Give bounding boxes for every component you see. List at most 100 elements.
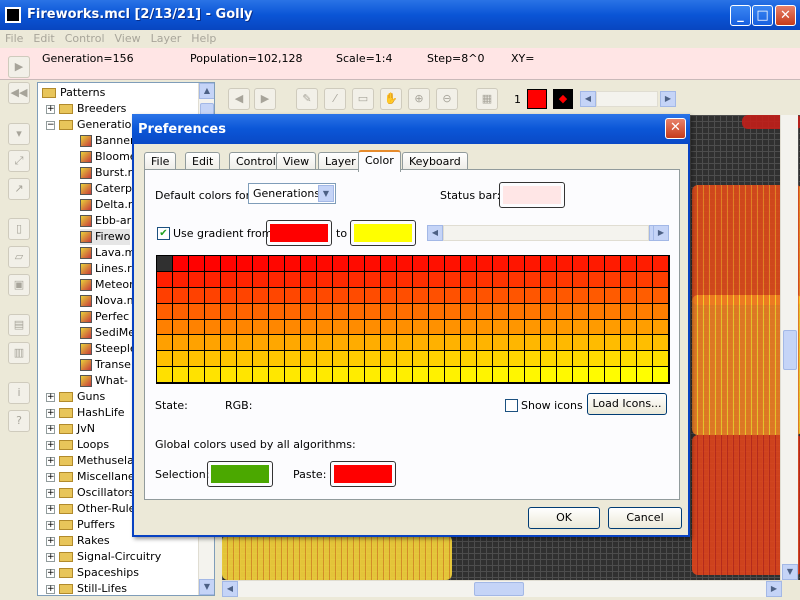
ok-button[interactable]: OK — [528, 507, 600, 529]
state-color-cell[interactable] — [573, 271, 589, 288]
state-color-cell[interactable] — [413, 271, 429, 288]
scroll-up-arrow[interactable]: ▲ — [199, 83, 214, 99]
state-color-cell[interactable] — [285, 271, 301, 288]
expand-icon[interactable]: + — [46, 408, 55, 418]
state-scroll-left[interactable]: ◀ — [580, 91, 596, 107]
tree-folder-item[interactable]: + Miscellane — [46, 469, 135, 485]
state-color-cell[interactable] — [301, 367, 317, 383]
draw-icon[interactable]: ✎ — [296, 88, 318, 110]
minimize-button[interactable]: _ — [730, 5, 751, 26]
state-color-cell[interactable] — [605, 367, 621, 383]
help-icon[interactable]: ? — [8, 410, 30, 432]
state-color-cell[interactable] — [493, 256, 509, 272]
state-color-cell[interactable] — [365, 319, 381, 336]
pick-icon[interactable]: ⁄ — [324, 88, 346, 110]
gradient-scrollbar[interactable] — [443, 225, 649, 241]
all-states-icon[interactable]: ▦ — [476, 88, 498, 110]
state-color-cell[interactable] — [173, 319, 189, 336]
algorithm-dropdown[interactable]: Generations ▼ — [248, 183, 336, 204]
state-color-cell[interactable] — [285, 319, 301, 336]
state-color-cell[interactable] — [461, 367, 477, 383]
state-color-cell[interactable] — [237, 271, 253, 288]
tree-folder-item[interactable]: + Rakes — [46, 533, 110, 549]
state-color-cell[interactable] — [381, 271, 397, 288]
info-icon[interactable]: i — [8, 382, 30, 404]
state-color-cell[interactable] — [477, 287, 493, 304]
state-color-cell[interactable] — [637, 256, 653, 272]
gradient-to-color-button[interactable] — [350, 220, 416, 246]
state-color-cell[interactable] — [333, 319, 349, 336]
state-color-cell[interactable] — [205, 367, 221, 383]
state-color-cell[interactable] — [413, 335, 429, 352]
state-color-cell[interactable] — [621, 351, 637, 368]
state-color-cell[interactable] — [221, 271, 237, 288]
state-color-cell[interactable] — [397, 287, 413, 304]
state-color-cell[interactable] — [541, 271, 557, 288]
state-color-cell[interactable] — [237, 287, 253, 304]
state-color-cell[interactable] — [573, 335, 589, 352]
state-scrollbar[interactable] — [596, 91, 658, 107]
expand-icon[interactable]: + — [46, 552, 55, 562]
state-color-cell[interactable] — [461, 287, 477, 304]
state-color-cell[interactable] — [509, 367, 525, 383]
state-color-cell[interactable] — [349, 335, 365, 352]
state-color-cell[interactable] — [173, 287, 189, 304]
state-color-cell[interactable] — [605, 303, 621, 320]
state-color-cell[interactable] — [237, 256, 253, 272]
state-color-cell[interactable] — [317, 256, 333, 272]
state-color-cell[interactable] — [221, 256, 237, 272]
state-color-cell[interactable] — [413, 319, 429, 336]
menu-control[interactable]: Control — [60, 30, 110, 47]
state-color-cell[interactable] — [429, 351, 445, 368]
state-color-cell[interactable] — [237, 351, 253, 368]
tree-file-item[interactable]: Perfec — [80, 309, 129, 325]
state-color-cell[interactable] — [173, 271, 189, 288]
state-color-cell[interactable] — [445, 367, 461, 383]
state-color-cell[interactable] — [637, 319, 653, 336]
state-color-cell[interactable] — [349, 287, 365, 304]
state-color-cell[interactable] — [285, 351, 301, 368]
state-color-cell[interactable] — [301, 271, 317, 288]
state-color-cell[interactable] — [637, 351, 653, 368]
canvas-vertical-scrollbar[interactable]: ▼ — [780, 115, 798, 580]
state-color-cell[interactable] — [461, 303, 477, 320]
state-color-cell[interactable] — [381, 367, 397, 383]
tree-file-item[interactable]: Firewo — [80, 229, 131, 245]
state-color-cell[interactable] — [541, 256, 557, 272]
state-color-cell[interactable] — [493, 287, 509, 304]
tree-file-item[interactable]: Delta.r — [80, 197, 132, 213]
tab-color[interactable]: Color — [358, 150, 401, 172]
state-color-cell[interactable] — [461, 351, 477, 368]
state-color-cell[interactable] — [333, 303, 349, 320]
state-color-cell[interactable] — [445, 351, 461, 368]
state-color-cell[interactable] — [317, 351, 333, 368]
maximize-button[interactable]: □ — [752, 5, 773, 26]
state-color-cell[interactable] — [237, 367, 253, 383]
load-icons-button[interactable]: Load Icons... — [587, 393, 667, 415]
state-color-cell[interactable] — [589, 303, 605, 320]
state-color-cell[interactable] — [269, 351, 285, 368]
state-color-cell[interactable] — [429, 271, 445, 288]
state-color-cell[interactable] — [509, 256, 525, 272]
state-color-cell[interactable] — [445, 271, 461, 288]
state-color-cell[interactable] — [429, 303, 445, 320]
tree-file-item[interactable]: What- — [80, 373, 128, 389]
state-color-cell[interactable] — [189, 335, 205, 352]
state-color-cell[interactable] — [349, 367, 365, 383]
expand-icon[interactable]: + — [46, 568, 55, 578]
state-color-cell[interactable] — [493, 351, 509, 368]
state-color-cell[interactable] — [333, 351, 349, 368]
state-color-cell[interactable] — [381, 335, 397, 352]
tree-folder-breeders[interactable]: + Breeders — [46, 101, 126, 117]
state-color-cell[interactable] — [557, 303, 573, 320]
scroll-right-arrow[interactable]: ▶ — [766, 581, 782, 597]
state-color-cell[interactable] — [573, 303, 589, 320]
state-color-cell[interactable] — [253, 271, 269, 288]
state-color-cell[interactable] — [301, 351, 317, 368]
state-color-cell[interactable] — [413, 287, 429, 304]
scroll-thumb[interactable] — [474, 582, 524, 596]
state-color-cell[interactable] — [157, 319, 173, 336]
tree-folder-item[interactable]: + Spaceships — [46, 565, 139, 581]
state-color-cell[interactable] — [589, 287, 605, 304]
zoom-out-icon[interactable]: ⊖ — [436, 88, 458, 110]
